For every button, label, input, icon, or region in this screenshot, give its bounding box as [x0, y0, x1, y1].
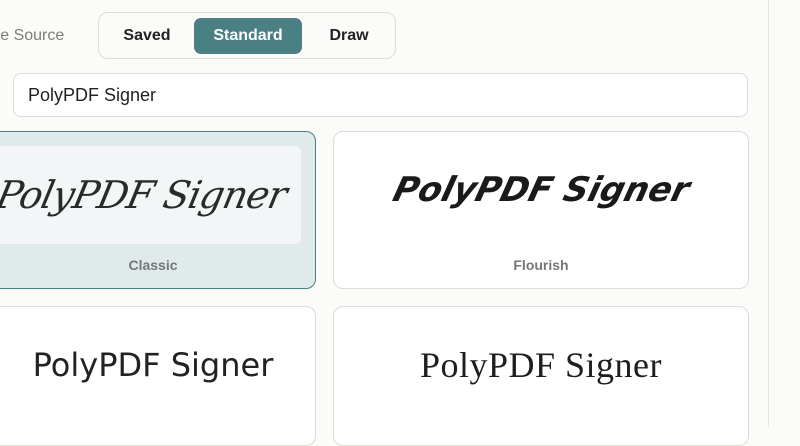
source-saved-button[interactable]: Saved — [99, 18, 195, 54]
signature-preview-text: PolyPDF Signer — [388, 169, 694, 210]
signature-preview-formal: PolyPDF Signer — [334, 307, 748, 422]
source-draw-button[interactable]: Draw — [301, 18, 397, 54]
signature-preview-text: PolyPDF Signer — [0, 173, 291, 217]
signature-source-label: ure Source — [0, 27, 65, 44]
source-standard-button[interactable]: Standard — [194, 18, 302, 54]
style-label-flourish: Flourish — [513, 257, 569, 273]
signature-preview-flourish: PolyPDF Signer — [334, 132, 748, 247]
style-card-formal[interactable]: PolyPDF Signer — [333, 306, 749, 446]
signature-preview-casual: PolyPDF Signer — [0, 307, 315, 422]
signature-preview-text: PolyPDF Signer — [32, 345, 274, 384]
signature-panel: ure Source Saved Standard Draw PolyPDF S… — [0, 0, 768, 446]
style-card-casual[interactable]: PolyPDF Signer — [0, 306, 316, 446]
style-label-classic: Classic — [128, 257, 178, 273]
signature-preview-classic: PolyPDF Signer — [0, 146, 301, 244]
signature-source-toggle: Saved Standard Draw — [98, 12, 396, 59]
style-card-flourish[interactable]: PolyPDF Signer Flourish — [333, 131, 749, 289]
side-gutter — [769, 0, 800, 427]
signature-name-input[interactable] — [13, 73, 748, 117]
style-card-classic[interactable]: PolyPDF Signer Classic — [0, 131, 316, 289]
signature-preview-text: PolyPDF Signer — [419, 344, 663, 385]
